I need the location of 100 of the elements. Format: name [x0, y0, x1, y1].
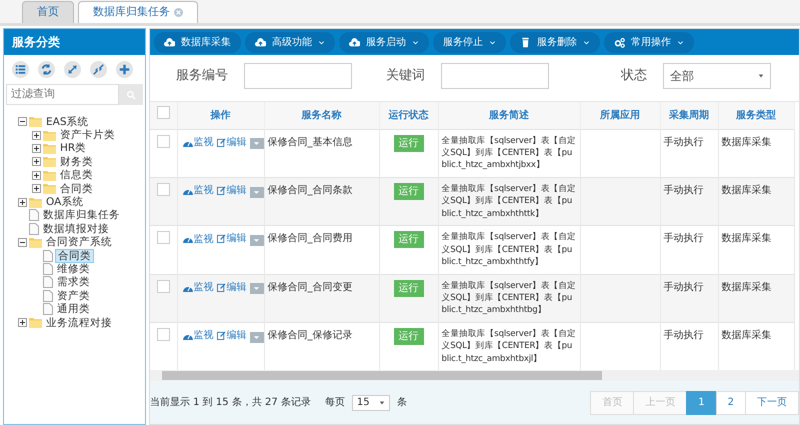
caret-icon: [253, 285, 260, 292]
toolbar-button[interactable]: 服务删除: [510, 32, 600, 53]
dropdown-button[interactable]: [250, 234, 264, 246]
input-field[interactable]: [441, 63, 549, 89]
list-icon[interactable]: [12, 61, 29, 78]
page-button[interactable]: 2: [716, 390, 746, 415]
monitor-link[interactable]: 监视: [182, 183, 214, 198]
status-badge: 运行: [394, 182, 424, 200]
row-checkbox[interactable]: [156, 231, 170, 244]
folder-icon: [43, 130, 56, 141]
tree-item[interactable]: 通用类: [55, 303, 92, 316]
search-button[interactable]: [119, 84, 143, 105]
tree-item[interactable]: 财务类: [58, 156, 95, 168]
tree-item[interactable]: 维修类: [55, 262, 92, 275]
column-header: 采集周期: [669, 110, 709, 121]
dropdown-button[interactable]: [250, 332, 264, 343]
toolbar-button[interactable]: 数据库采集: [154, 32, 241, 53]
edit-icon: [216, 234, 226, 244]
caret-icon: [253, 334, 260, 341]
dropdown-button[interactable]: [250, 283, 264, 294]
tree-item[interactable]: 数据填报对接: [41, 222, 111, 235]
toolbar-button[interactable]: 服务停止: [433, 32, 506, 53]
column-header: 服务简述: [489, 110, 529, 121]
input-field[interactable]: [244, 63, 352, 89]
field-label: 关键词: [386, 67, 425, 86]
dropdown-button[interactable]: [250, 138, 264, 150]
collapse-toggle-icon[interactable]: [18, 117, 27, 126]
monitor-link[interactable]: 监视: [182, 232, 214, 247]
status-badge: 运行: [394, 134, 424, 152]
tree-item[interactable]: 合同资产系统: [44, 236, 114, 248]
horizontal-scrollbar[interactable]: [150, 370, 799, 382]
tree-item[interactable]: HR类: [58, 142, 88, 154]
row-checkbox[interactable]: [156, 134, 170, 148]
tree-item[interactable]: 信息类: [58, 169, 95, 182]
collapse-icon[interactable]: [90, 61, 107, 78]
tree-item[interactable]: 数据库归集任务: [41, 209, 122, 222]
tree-item[interactable]: 业务流程对接: [44, 316, 114, 329]
edit-icon: [216, 282, 226, 292]
table-cell: 数据库采集: [722, 233, 772, 244]
toolbar-button[interactable]: 服务启动: [339, 32, 429, 53]
per-page-label: 每页: [324, 396, 345, 410]
tab[interactable]: 数据库归集任务: [78, 1, 198, 23]
row-checkbox[interactable]: [156, 328, 170, 341]
file-icon: [43, 276, 53, 288]
tree-item[interactable]: EAS系统: [44, 116, 90, 128]
table-cell: 数据库采集: [722, 282, 772, 293]
collapse-toggle-icon[interactable]: [18, 238, 27, 247]
expand-toggle-icon[interactable]: [32, 130, 41, 140]
tree-item[interactable]: OA系统: [44, 196, 86, 208]
page-size-select[interactable]: 15: [352, 394, 390, 411]
table-cell: 保修合同_合同变更: [268, 282, 352, 293]
expand-toggle-icon[interactable]: [32, 170, 41, 180]
record-summary: 当前显示 1 到 15 条，共 27 条记录: [150, 396, 311, 410]
column-header: 服务名称: [302, 110, 342, 121]
toolbar-button[interactable]: 高级功能: [245, 32, 335, 53]
select-all-checkbox[interactable]: [156, 106, 170, 120]
expand-toggle-icon[interactable]: [32, 144, 41, 153]
edit-link[interactable]: 编辑: [216, 280, 246, 295]
tree-item[interactable]: 合同类: [58, 182, 95, 195]
monitor-link[interactable]: 监视: [182, 328, 214, 344]
expand-toggle-icon[interactable]: [18, 198, 27, 207]
status-select[interactable]: 全部: [663, 63, 771, 89]
dashboard-icon: [182, 235, 192, 244]
table-cell: 全量抽取库【sqlserver】表【自定义SQL】到库【CENTER】表【public.t_htzc_ambxhtjbxx】: [442, 134, 576, 172]
column-header: 操作: [210, 110, 230, 121]
expand-icon[interactable]: [64, 61, 81, 78]
expand-toggle-icon[interactable]: [18, 318, 27, 328]
filter-field[interactable]: 过滤查询: [6, 84, 119, 105]
folder-icon: [29, 236, 42, 248]
per-page-unit: 条: [396, 396, 407, 410]
add-icon[interactable]: [116, 61, 133, 78]
field-label: 服务编号: [176, 67, 228, 86]
tree-item[interactable]: 资产卡片类: [58, 129, 117, 142]
refresh-icon[interactable]: [38, 61, 55, 78]
status-badge: 运行: [394, 328, 424, 345]
expand-toggle-icon[interactable]: [32, 184, 41, 194]
dropdown-button[interactable]: [250, 186, 264, 198]
tab[interactable]: 首页: [22, 1, 74, 23]
page-button[interactable]: 1: [686, 390, 717, 415]
edit-link[interactable]: 编辑: [216, 134, 246, 150]
folder-icon: [43, 170, 56, 181]
page-button[interactable]: 下一页: [745, 390, 799, 415]
table-cell: 全量抽取库【sqlserver】表【自定义SQL】到库【CENTER】表【public.t_htzc_ambxhtbxjl】: [442, 328, 576, 366]
toolbar-button[interactable]: 常用操作: [604, 32, 694, 53]
tree-item[interactable]: 合同类: [55, 248, 94, 263]
expand-toggle-icon[interactable]: [32, 157, 41, 166]
tree-item[interactable]: 资产类: [55, 290, 92, 302]
close-icon[interactable]: [174, 8, 183, 17]
row-checkbox[interactable]: [156, 280, 170, 293]
edit-link[interactable]: 编辑: [216, 182, 246, 198]
edit-link[interactable]: 编辑: [216, 231, 246, 246]
scrollbar-thumb[interactable]: [162, 371, 602, 380]
monitor-link[interactable]: 监视: [182, 135, 214, 150]
row-checkbox[interactable]: [156, 182, 170, 196]
status-badge: 运行: [394, 280, 424, 297]
table-cell: 保修合同_合同费用: [268, 233, 352, 244]
tree-item[interactable]: 需求类: [55, 276, 92, 288]
monitor-link[interactable]: 监视: [182, 280, 214, 296]
edit-link[interactable]: 编辑: [216, 328, 246, 343]
table-cell: 手动执行: [664, 136, 704, 148]
